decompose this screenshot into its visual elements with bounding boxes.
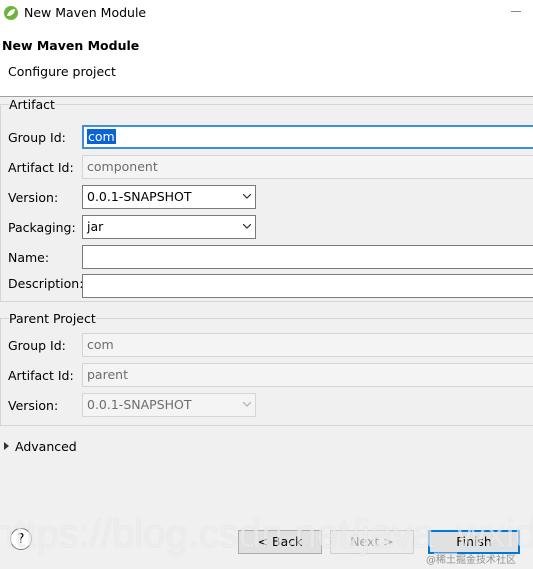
- page-title: New Maven Module: [2, 38, 140, 53]
- name-input[interactable]: [82, 245, 533, 269]
- group-id-value: com: [87, 129, 116, 144]
- version-select[interactable]: 0.0.1-SNAPSHOT: [82, 185, 256, 209]
- version-label: Version:: [8, 190, 59, 205]
- parent-version-value: 0.0.1-SNAPSHOT: [87, 397, 192, 412]
- minimize-icon[interactable]: [511, 11, 521, 12]
- chevron-down-icon: [243, 224, 251, 229]
- packaging-select[interactable]: jar: [82, 215, 256, 239]
- spring-leaf-icon: [4, 6, 18, 20]
- group-id-label: Group Id:: [8, 130, 66, 145]
- expand-triangle-icon: [4, 442, 9, 450]
- help-button[interactable]: ?: [10, 528, 32, 550]
- chevron-down-icon: [243, 402, 251, 407]
- artifact-id-input[interactable]: component: [82, 155, 533, 179]
- parent-group-id-input[interactable]: com: [82, 333, 533, 357]
- back-button[interactable]: < Back: [238, 530, 322, 554]
- description-label: Description:: [8, 276, 84, 291]
- parent-artifact-id-label: Artifact Id:: [8, 368, 74, 383]
- packaging-value: jar: [87, 219, 104, 234]
- next-button[interactable]: Next >: [330, 530, 414, 554]
- page-description: Configure project: [8, 64, 116, 79]
- parent-version-label: Version:: [8, 398, 59, 413]
- window-title: New Maven Module: [24, 5, 147, 20]
- name-label: Name:: [8, 250, 50, 265]
- description-input[interactable]: [82, 274, 533, 298]
- group-id-input[interactable]: com: [82, 125, 533, 149]
- parent-group-id-label: Group Id:: [8, 338, 66, 353]
- packaging-label: Packaging:: [8, 220, 76, 235]
- wizard-banner: New Maven Module Configure project: [0, 26, 533, 97]
- advanced-toggle[interactable]: Advanced: [4, 439, 77, 454]
- parent-version-select[interactable]: 0.0.1-SNAPSHOT: [82, 393, 256, 417]
- version-value: 0.0.1-SNAPSHOT: [87, 189, 192, 204]
- parent-artifact-id-input[interactable]: parent: [82, 363, 533, 387]
- title-bar: New Maven Module: [0, 0, 533, 26]
- artifact-id-label: Artifact Id:: [8, 160, 74, 175]
- chevron-down-icon: [243, 194, 251, 199]
- advanced-label: Advanced: [15, 439, 77, 454]
- button-bar: ? < Back Next > Finish: [0, 513, 533, 569]
- artifact-group-label: Artifact: [9, 97, 55, 112]
- finish-button[interactable]: Finish: [428, 530, 520, 554]
- parent-project-group-label: Parent Project: [9, 311, 96, 326]
